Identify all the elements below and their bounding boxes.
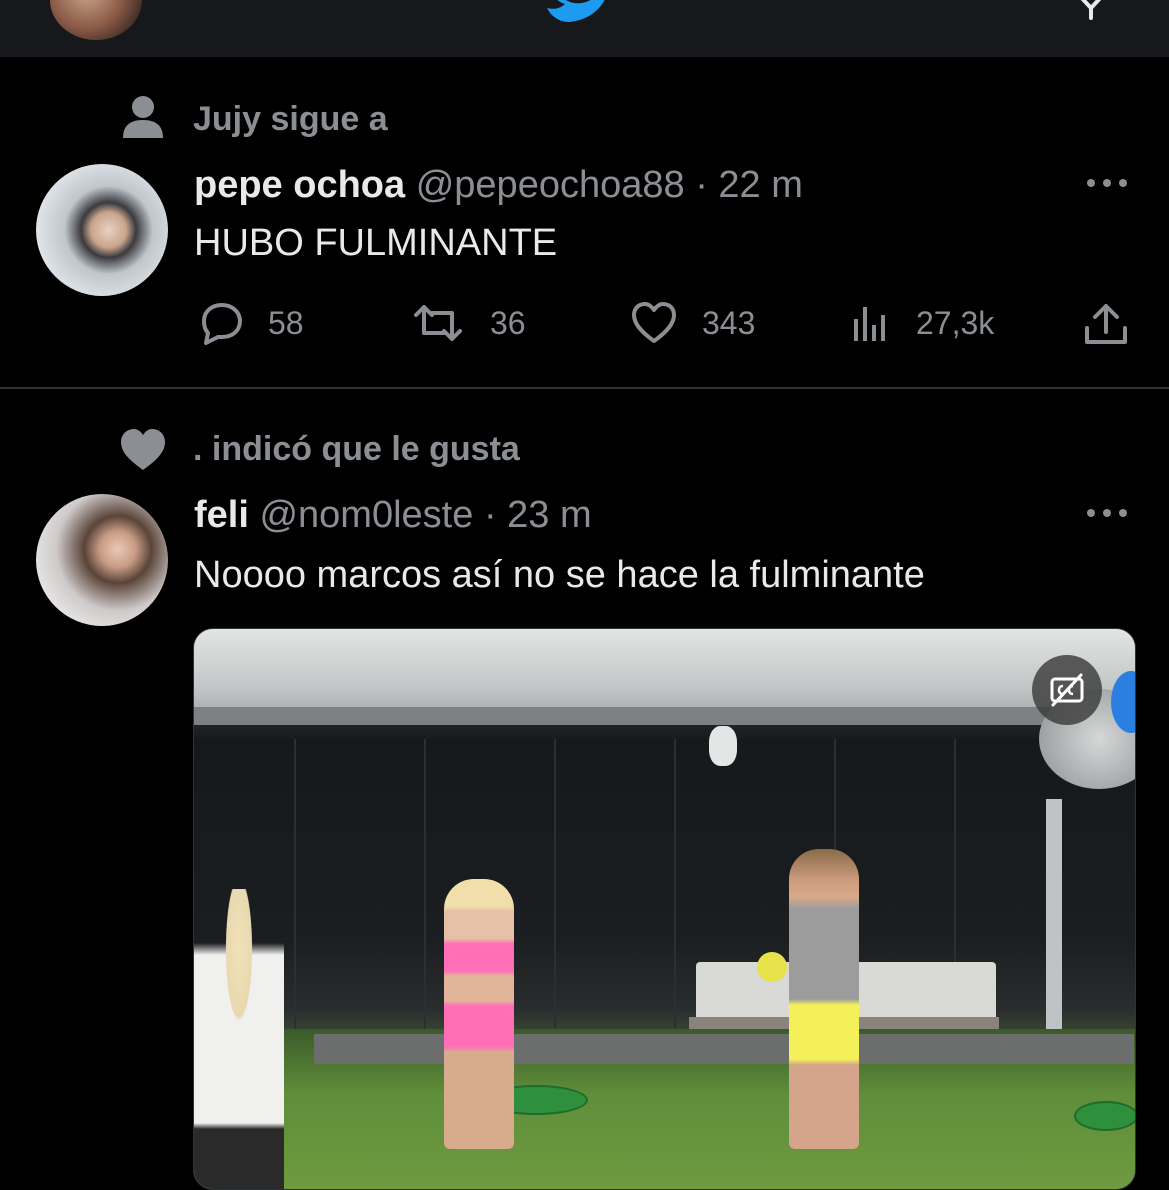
reply-count: 58 xyxy=(268,304,304,341)
user-handle[interactable]: @pepeochoa88 xyxy=(416,164,685,206)
tweet-header: pepe ochoa @pepeochoa88 · 22 m xyxy=(194,164,803,207)
display-name[interactable]: pepe ochoa xyxy=(194,164,405,206)
video-scene-person xyxy=(444,879,514,1149)
reply-button[interactable]: 58 xyxy=(196,300,304,346)
person-icon xyxy=(123,96,163,138)
video-scene-person xyxy=(789,849,859,1149)
like-count: 343 xyxy=(702,304,756,341)
social-context-label[interactable]: . indicó que le gusta xyxy=(193,430,520,469)
more-options-icon[interactable] xyxy=(1086,178,1128,188)
video-scene-person xyxy=(194,889,284,1189)
video-scene-ball xyxy=(757,952,787,982)
captions-button[interactable] xyxy=(1032,655,1102,725)
separator: · xyxy=(483,494,497,536)
view-count: 27,3k xyxy=(916,304,995,341)
captions-off-icon xyxy=(1050,673,1084,707)
tweet-timestamp[interactable]: 23 m xyxy=(507,494,591,536)
retweet-icon xyxy=(414,305,462,341)
retweet-count: 36 xyxy=(490,304,526,341)
views-button[interactable]: 27,3k xyxy=(850,300,994,346)
separator: · xyxy=(695,164,708,206)
top-navigation-bar xyxy=(0,0,1169,57)
tweet-text: Noooo marcos así no se hace la fulminant… xyxy=(194,554,925,596)
social-context-label[interactable]: Jujy sigue a xyxy=(193,100,388,139)
share-icon[interactable] xyxy=(1083,302,1129,346)
heart-icon xyxy=(632,302,676,343)
video-scene-roof-edge xyxy=(194,707,1135,725)
twitter-bird-icon[interactable] xyxy=(545,0,617,26)
more-options-icon[interactable] xyxy=(1086,508,1128,518)
display-name[interactable]: feli xyxy=(194,494,249,536)
video-scene-pad xyxy=(1074,1101,1135,1131)
video-scene-deck xyxy=(314,1034,1134,1064)
avatar[interactable] xyxy=(36,164,168,296)
tweet-divider xyxy=(0,387,1169,389)
video-scene-frame xyxy=(424,739,426,1049)
retweet-button[interactable]: 36 xyxy=(410,300,526,346)
tweet-video[interactable] xyxy=(193,628,1136,1190)
avatar[interactable] xyxy=(36,494,168,626)
user-handle[interactable]: @nom0leste xyxy=(259,494,473,536)
tweet-text: HUBO FULMINANTE xyxy=(194,222,558,264)
video-scene-frame xyxy=(294,739,296,1049)
tweet-header: feli @nom0leste · 23 m xyxy=(194,494,592,537)
video-scene-frame xyxy=(674,739,676,1049)
video-scene-frame xyxy=(554,739,556,1049)
analytics-icon xyxy=(854,307,885,341)
filter-icon[interactable] xyxy=(1074,0,1108,20)
video-scene-lamp xyxy=(709,726,737,766)
account-avatar[interactable] xyxy=(50,0,142,40)
tweet-timestamp[interactable]: 22 m xyxy=(718,164,802,206)
reply-icon xyxy=(202,303,242,345)
heart-icon xyxy=(121,429,165,470)
like-button[interactable]: 343 xyxy=(630,300,755,346)
